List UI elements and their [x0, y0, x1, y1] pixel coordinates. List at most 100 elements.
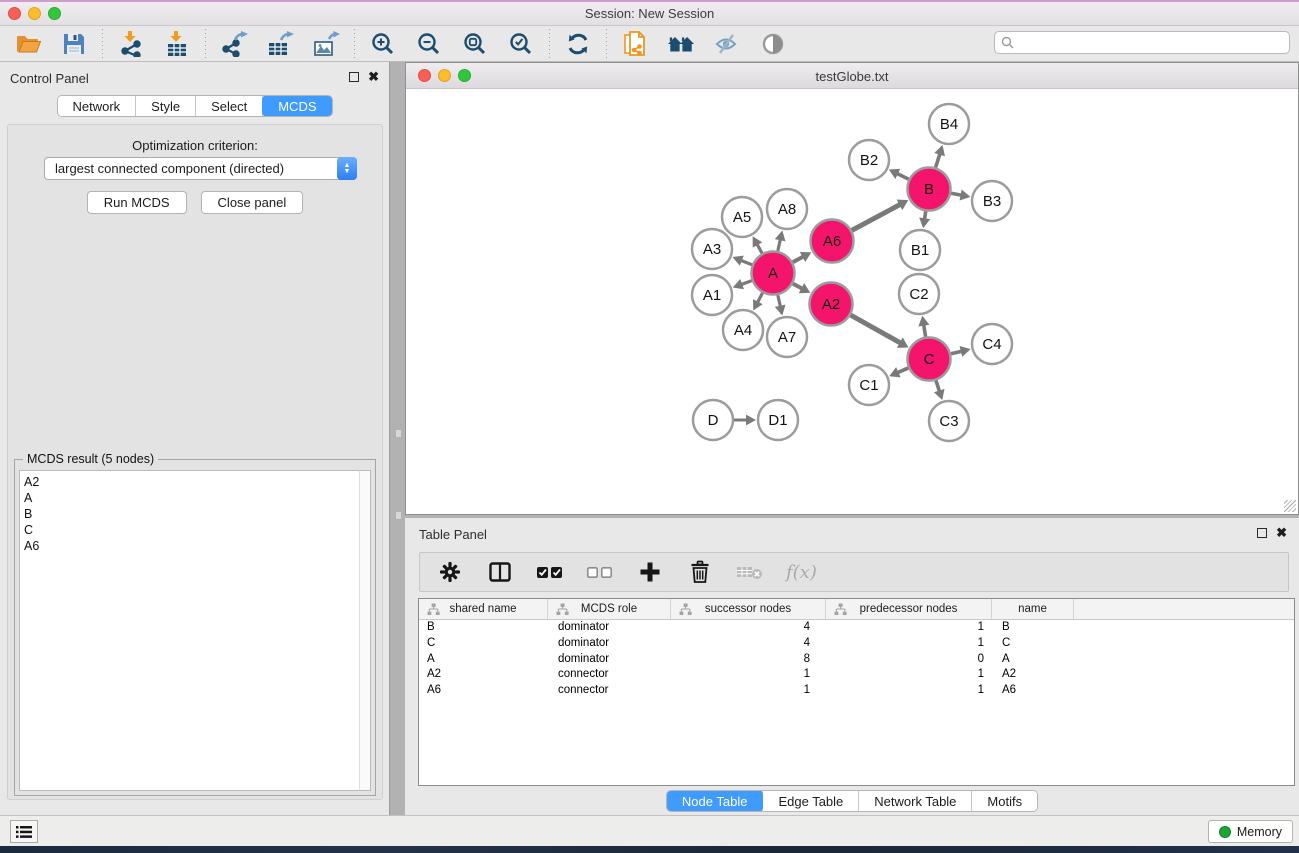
float-panel-icon[interactable] — [1257, 528, 1267, 538]
add-column-icon[interactable] — [636, 558, 664, 586]
tab-mcds[interactable]: MCDS — [262, 95, 332, 117]
window-resize-grip[interactable] — [1284, 500, 1296, 512]
table-cell[interactable]: C — [419, 636, 548, 652]
zoom-selected-icon[interactable] — [507, 30, 535, 58]
column-header-shared-name[interactable]: shared name — [419, 599, 548, 619]
close-panel-button[interactable]: Close panel — [201, 191, 304, 214]
graph-node-C2[interactable]: C2 — [899, 274, 939, 314]
table-row[interactable]: Adominator80A — [419, 652, 1294, 668]
deselect-all-columns-icon[interactable] — [586, 558, 614, 586]
graph-node-D[interactable]: D — [693, 400, 733, 440]
graph-edge-B-B4[interactable] — [934, 145, 945, 167]
graph-node-A6[interactable]: A6 — [811, 220, 854, 263]
home-view-icon[interactable] — [667, 30, 695, 58]
open-session-icon[interactable] — [14, 30, 42, 58]
graph-edge-B-B3[interactable] — [951, 190, 970, 201]
graph-node-A2[interactable]: A2 — [810, 283, 853, 326]
table-row[interactable]: A6connector11A6 — [419, 683, 1294, 699]
graph-edge-A-A7[interactable] — [775, 295, 786, 316]
graph-edge-D-D1[interactable] — [734, 415, 756, 426]
import-table-icon[interactable] — [163, 30, 191, 58]
graph-edge-B-B1[interactable] — [919, 211, 930, 228]
tab-edge-table[interactable]: Edge Table — [763, 791, 859, 811]
network-window-titlebar[interactable]: testGlobe.txt — [406, 63, 1298, 89]
tab-network-table[interactable]: Network Table — [859, 791, 972, 811]
graph-edge-A-A4[interactable] — [753, 293, 763, 311]
optimization-criterion-select[interactable]: largest connected component (directed) ▲… — [44, 157, 357, 180]
table-cell[interactable]: 1 — [826, 683, 992, 699]
graph-node-A5[interactable]: A5 — [722, 197, 762, 237]
graph-node-B2[interactable]: B2 — [849, 140, 889, 180]
mcds-result-item[interactable]: A6 — [24, 538, 359, 554]
graph-edge-A-A1[interactable] — [733, 279, 752, 289]
table-cell[interactable]: dominator — [548, 636, 671, 652]
select-all-columns-icon[interactable] — [536, 558, 564, 586]
table-cell[interactable]: 1 — [826, 620, 992, 636]
graph-edge-A2-C[interactable] — [851, 315, 909, 348]
memory-button[interactable]: Memory — [1208, 820, 1293, 843]
splitter-handle[interactable] — [395, 511, 402, 520]
column-header-predecessor-nodes[interactable]: predecessor nodes — [826, 599, 992, 619]
graph-node-C4[interactable]: C4 — [972, 324, 1012, 364]
close-panel-icon[interactable]: ✖ — [1276, 528, 1287, 538]
toggle-bird-eye-icon[interactable] — [759, 30, 787, 58]
column-header-successor-nodes[interactable]: successor nodes — [671, 599, 826, 619]
table-cell[interactable]: B — [419, 620, 548, 636]
graph-edge-A6-B[interactable] — [852, 200, 908, 231]
graph-edge-C-C1[interactable] — [889, 367, 908, 377]
tab-network[interactable]: Network — [57, 96, 136, 116]
graph-edge-B-B2[interactable] — [889, 169, 909, 179]
graph-node-C3[interactable]: C3 — [929, 401, 969, 441]
table-cell[interactable]: 4 — [671, 636, 826, 652]
search-box[interactable] — [994, 31, 1290, 54]
zoom-out-icon[interactable] — [415, 30, 443, 58]
search-input[interactable] — [1018, 36, 1289, 50]
graph-node-D1[interactable]: D1 — [758, 400, 798, 440]
hide-graphics-details-icon[interactable] — [713, 30, 741, 58]
split-columns-icon[interactable] — [486, 558, 514, 586]
table-cell[interactable]: 1 — [671, 667, 826, 683]
mcds-result-item[interactable]: A2 — [24, 474, 359, 490]
export-table-icon[interactable] — [266, 30, 294, 58]
table-cell[interactable]: B — [992, 620, 1074, 636]
table-cell[interactable]: A — [419, 652, 548, 668]
import-network-icon[interactable] — [117, 30, 145, 58]
graph-edge-A-A8[interactable] — [775, 230, 786, 251]
graph-node-C1[interactable]: C1 — [849, 365, 889, 405]
refresh-icon[interactable] — [564, 30, 592, 58]
graph-node-A1[interactable]: A1 — [692, 275, 732, 315]
network-snapshot-icon[interactable] — [621, 30, 649, 58]
mcds-result-item[interactable]: A — [24, 490, 359, 506]
network-graph-canvas[interactable]: AA1A2A3A4A5A6A7A8BB1B2B3B4CC1C2C3C4DD1 — [407, 90, 1299, 514]
graph-edge-C-C2[interactable] — [918, 316, 929, 337]
graph-node-A3[interactable]: A3 — [692, 229, 732, 269]
table-cell[interactable]: 1 — [826, 636, 992, 652]
graph-node-C[interactable]: C — [908, 338, 951, 381]
settings-gear-icon[interactable] — [436, 558, 464, 586]
graph-node-A7[interactable]: A7 — [767, 317, 807, 357]
tab-select[interactable]: Select — [196, 96, 263, 116]
graph-node-B3[interactable]: B3 — [972, 181, 1012, 221]
graph-edge-A-A6[interactable] — [793, 252, 812, 262]
tab-style[interactable]: Style — [136, 96, 196, 116]
save-session-icon[interactable] — [60, 30, 88, 58]
table-row[interactable]: Bdominator41B — [419, 620, 1294, 636]
table-cell[interactable]: 0 — [826, 652, 992, 668]
zoom-fit-icon[interactable] — [461, 30, 489, 58]
graph-edge-A-A5[interactable] — [753, 236, 763, 253]
graph-edge-A-A2[interactable] — [793, 283, 810, 293]
splitter-handle[interactable] — [395, 429, 402, 438]
mcds-result-item[interactable]: C — [24, 522, 359, 538]
table-cell[interactable]: A6 — [992, 683, 1074, 699]
tab-motifs[interactable]: Motifs — [972, 791, 1037, 811]
table-cell[interactable]: C — [992, 636, 1074, 652]
float-panel-icon[interactable] — [349, 72, 359, 82]
graph-node-B4[interactable]: B4 — [929, 104, 969, 144]
export-image-icon[interactable] — [312, 30, 340, 58]
close-panel-icon[interactable]: ✖ — [368, 72, 379, 82]
table-cell[interactable]: 1 — [826, 667, 992, 683]
delete-column-icon[interactable] — [686, 558, 714, 586]
mcds-result-scrollbar[interactable] — [359, 470, 371, 791]
table-cell[interactable]: dominator — [548, 620, 671, 636]
table-cell[interactable]: 1 — [671, 683, 826, 699]
